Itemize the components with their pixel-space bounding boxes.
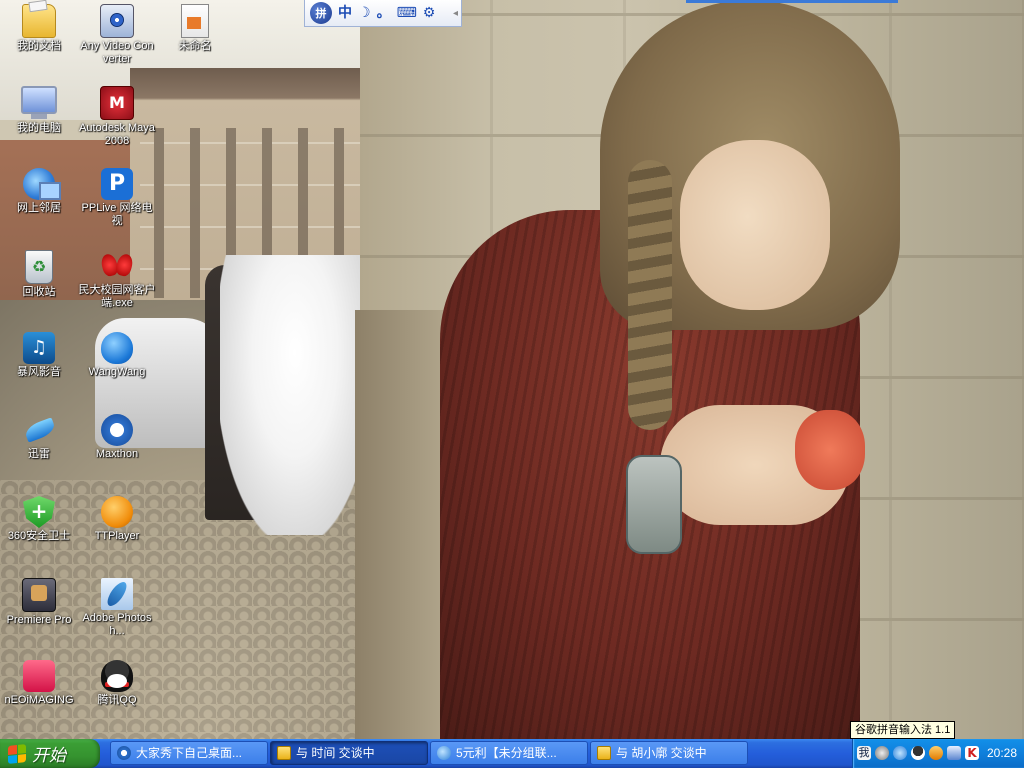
desktop-icon-wangwang[interactable]: WangWang — [78, 332, 156, 379]
desktop-icon-label: 我的文档 — [17, 40, 61, 52]
ime-settings-gear-icon[interactable]: ⚙ — [423, 6, 436, 20]
baofeng-player-icon — [23, 332, 55, 364]
recycle-bin-icon — [25, 250, 53, 284]
desktop-icon-tencent-qq[interactable]: 腾讯QQ — [78, 660, 156, 707]
qq-tray-icon[interactable] — [911, 746, 925, 760]
photoshop-feather-icon — [101, 578, 133, 610]
docked-window-edge — [686, 0, 898, 3]
desktop-icon-autodesk-maya[interactable]: Autodesk Maya 2008 — [78, 86, 156, 148]
desktop-icon-network-places[interactable]: 网上邻居 — [0, 168, 78, 215]
desktop-icon-any-video-converter[interactable]: Any Video Converter — [78, 4, 156, 66]
wallpaper-girl-braid — [628, 160, 672, 430]
desktop-icon-label: 网上邻居 — [17, 202, 61, 214]
ime-punctuation-button[interactable]: 。 — [377, 6, 391, 20]
start-label: 开始 — [32, 746, 66, 766]
desktop-icon-label: PPLive 网络电视 — [81, 202, 153, 227]
document-icon — [181, 4, 209, 38]
wallpaper-girl-face — [680, 140, 830, 310]
ime-soft-keyboard-icon[interactable]: ⌨ — [397, 6, 417, 20]
desktop-icon-label: Autodesk Maya 2008 — [79, 122, 155, 147]
desktop-icon-360-safe[interactable]: 360安全卫士 — [0, 496, 78, 543]
task-label: 与 时间 交谈中 — [296, 746, 375, 760]
taskbar-button-forum[interactable]: 大家秀下自己桌面... — [110, 741, 268, 765]
video-converter-icon — [100, 4, 134, 38]
desktop-icon-label: 未命名 — [178, 40, 212, 52]
folder-documents-icon — [22, 4, 56, 38]
ime-logo-icon[interactable]: 拼 — [310, 2, 332, 24]
windows-logo-icon — [8, 743, 26, 764]
antivirus-k-tray-icon[interactable]: K — [965, 746, 979, 760]
wangwang-icon — [101, 332, 133, 364]
ime-halfwidth-moon-icon[interactable]: ☽ — [358, 6, 371, 20]
task-label: 5元利【未分组联... — [456, 746, 557, 760]
desktop-icon-label: TTPlayer — [94, 530, 140, 542]
ie-icon — [437, 746, 451, 760]
desktop-icon-my-computer[interactable]: 我的电脑 — [0, 86, 78, 135]
desktop-icon-label: 民大校园网客户端.exe — [78, 284, 156, 309]
ime-toolbar[interactable]: 拼 中 ☽ 。 ⌨ ⚙ ◂ — [304, 0, 462, 27]
desktop-icon-baofeng[interactable]: 暴风影音 — [0, 332, 78, 379]
computer-icon — [21, 86, 57, 119]
xunlei-bird-icon — [23, 414, 55, 446]
desktop-icon-label: 我的电脑 — [17, 122, 61, 134]
desktop-icon-recycle-bin[interactable]: 回收站 — [0, 250, 78, 299]
desktop-icon-label: 360安全卫士 — [7, 530, 71, 542]
chat-icon — [597, 746, 611, 760]
premiere-pro-icon — [22, 578, 56, 612]
desktop-icon-label: nEOiMAGING — [4, 694, 74, 706]
maxthon-icon — [117, 746, 131, 760]
chat-icon — [277, 746, 291, 760]
desktop-icon-label: 暴风影音 — [17, 366, 61, 378]
taskbar: 开始 大家秀下自己桌面... 与 时间 交谈中 5元利【未分组联... 与 胡小… — [0, 739, 1024, 768]
taskbar-button-chat-time[interactable]: 与 时间 交谈中 — [270, 741, 428, 765]
network-globe-tray-icon[interactable] — [893, 746, 907, 760]
desktop-icon-label: Adobe Photosh... — [82, 612, 152, 637]
desktop-icon-maxthon[interactable]: Maxthon — [78, 414, 156, 461]
desktop-icon-xunlei[interactable]: 迅雷 — [0, 414, 78, 461]
wallpaper-bride — [220, 255, 370, 535]
desktop-icon-neoimaging[interactable]: nEOiMAGING — [0, 660, 78, 707]
network-globe-icon — [23, 168, 61, 200]
qq-penguin-icon — [101, 660, 133, 692]
desktop-icon-ttplayer[interactable]: TTPlayer — [78, 496, 156, 543]
pplive-icon — [101, 168, 133, 200]
taskbar-button-group[interactable]: 5元利【未分组联... — [430, 741, 588, 765]
system-tray: 我 K 20:28 — [852, 739, 1024, 768]
desktop-icon-campus-client[interactable]: 民大校园网客户端.exe — [78, 250, 156, 310]
ime-tooltip: 谷歌拼音输入法 1.1 — [850, 721, 956, 739]
taskbar-clock[interactable]: 20:28 — [987, 739, 1017, 768]
desktop-icon-label: Maxthon — [95, 448, 139, 460]
task-label: 与 胡小廓 交谈中 — [616, 746, 707, 760]
desktop-icon-my-documents[interactable]: 我的文档 — [0, 4, 78, 53]
desktop-icon-label: WangWang — [88, 366, 146, 378]
ime-indicator-icon[interactable]: 我 — [857, 746, 871, 760]
start-button[interactable]: 开始 — [0, 739, 100, 768]
desktop-icon-pplive[interactable]: PPLive 网络电视 — [78, 168, 156, 228]
collapse-tray-icon[interactable] — [875, 746, 889, 760]
desktop-icon-premiere-pro[interactable]: Premiere Pro — [0, 578, 78, 627]
butterfly-icon — [101, 250, 133, 282]
desktop-icon-untitled[interactable]: 未命名 — [156, 4, 234, 53]
desktop-icon-adobe-photoshop[interactable]: Adobe Photosh... — [78, 578, 156, 638]
ime-collapse-arrow-icon[interactable]: ◂ — [453, 8, 458, 19]
maya-icon — [100, 86, 134, 120]
desktop-icon-label: Any Video Converter — [80, 40, 154, 65]
desktop-icon-label: Premiere Pro — [6, 614, 72, 626]
desktop-icon-label: 迅雷 — [28, 448, 50, 460]
shield-icon — [23, 496, 55, 528]
task-label: 大家秀下自己桌面... — [136, 746, 243, 760]
ime-chinese-mode-button[interactable]: 中 — [338, 6, 352, 20]
ttplayer-icon — [101, 496, 133, 528]
wallpaper-watch — [626, 455, 682, 554]
maxthon-icon — [101, 414, 133, 446]
neoimaging-icon — [23, 660, 55, 692]
desktop-icon-label: 腾讯QQ — [97, 694, 137, 706]
wallpaper-flower — [795, 410, 865, 490]
display-tray-icon[interactable] — [947, 746, 961, 760]
ttplayer-tray-icon[interactable] — [929, 746, 943, 760]
taskbar-button-chat-hu[interactable]: 与 胡小廓 交谈中 — [590, 741, 748, 765]
desktop-icon-label: 回收站 — [22, 286, 56, 298]
